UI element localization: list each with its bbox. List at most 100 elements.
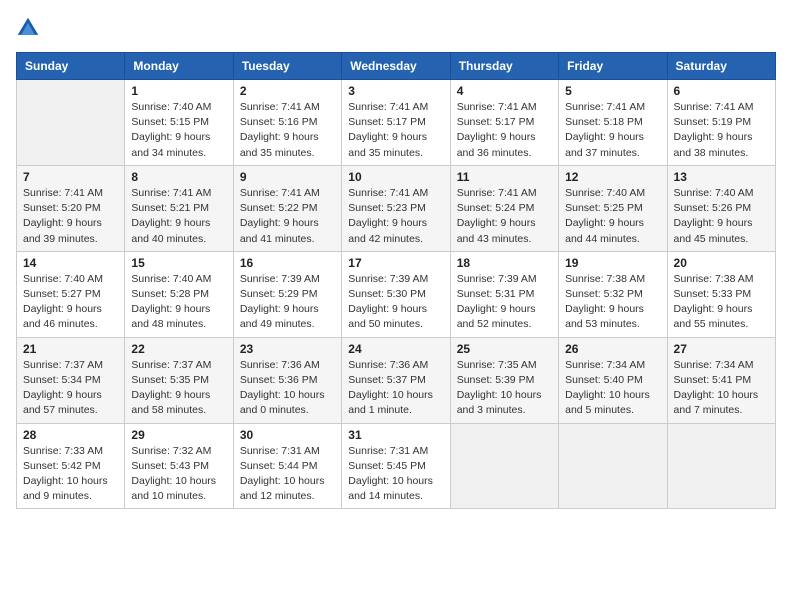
calendar-cell: 16 Sunrise: 7:39 AMSunset: 5:29 PMDayligh… bbox=[233, 251, 341, 337]
day-info: Sunrise: 7:40 AMSunset: 5:26 PMDaylight:… bbox=[674, 186, 769, 247]
day-info: Sunrise: 7:33 AMSunset: 5:42 PMDaylight:… bbox=[23, 444, 118, 505]
day-info: Sunrise: 7:39 AMSunset: 5:30 PMDaylight:… bbox=[348, 272, 443, 333]
day-info: Sunrise: 7:40 AMSunset: 5:27 PMDaylight:… bbox=[23, 272, 118, 333]
day-number: 23 bbox=[240, 342, 335, 356]
day-info: Sunrise: 7:41 AMSunset: 5:17 PMDaylight:… bbox=[457, 100, 552, 161]
calendar-cell: 23 Sunrise: 7:36 AMSunset: 5:36 PMDayligh… bbox=[233, 337, 341, 423]
calendar-cell: 15 Sunrise: 7:40 AMSunset: 5:28 PMDayligh… bbox=[125, 251, 233, 337]
day-info: Sunrise: 7:36 AMSunset: 5:37 PMDaylight:… bbox=[348, 358, 443, 419]
day-number: 8 bbox=[131, 170, 226, 184]
day-info: Sunrise: 7:41 AMSunset: 5:23 PMDaylight:… bbox=[348, 186, 443, 247]
day-info: Sunrise: 7:35 AMSunset: 5:39 PMDaylight:… bbox=[457, 358, 552, 419]
day-info: Sunrise: 7:31 AMSunset: 5:45 PMDaylight:… bbox=[348, 444, 443, 505]
day-number: 13 bbox=[674, 170, 769, 184]
calendar-cell: 31 Sunrise: 7:31 AMSunset: 5:45 PMDayligh… bbox=[342, 423, 450, 509]
day-info: Sunrise: 7:41 AMSunset: 5:17 PMDaylight:… bbox=[348, 100, 443, 161]
day-info: Sunrise: 7:34 AMSunset: 5:41 PMDaylight:… bbox=[674, 358, 769, 419]
calendar-cell: 14 Sunrise: 7:40 AMSunset: 5:27 PMDayligh… bbox=[17, 251, 125, 337]
calendar-cell: 27 Sunrise: 7:34 AMSunset: 5:41 PMDayligh… bbox=[667, 337, 775, 423]
calendar-cell: 21Sunrise: 7:37 AMSunset: 5:34 PMDayligh… bbox=[17, 337, 125, 423]
calendar-cell: 7 Sunrise: 7:41 AMSunset: 5:20 PMDaylight… bbox=[17, 165, 125, 251]
day-info: Sunrise: 7:40 AMSunset: 5:25 PMDaylight:… bbox=[565, 186, 660, 247]
calendar-cell: 19Sunrise: 7:38 AMSunset: 5:32 PMDayligh… bbox=[559, 251, 667, 337]
calendar-cell: 26 Sunrise: 7:34 AMSunset: 5:40 PMDayligh… bbox=[559, 337, 667, 423]
day-number: 17 bbox=[348, 256, 443, 270]
calendar-cell: 20Sunrise: 7:38 AMSunset: 5:33 PMDayligh… bbox=[667, 251, 775, 337]
calendar-cell bbox=[17, 80, 125, 166]
calendar-cell: 11 Sunrise: 7:41 AMSunset: 5:24 PMDayligh… bbox=[450, 165, 558, 251]
calendar-cell: 5 Sunrise: 7:41 AMSunset: 5:18 PMDaylight… bbox=[559, 80, 667, 166]
day-number: 12 bbox=[565, 170, 660, 184]
day-number: 29 bbox=[131, 428, 226, 442]
calendar-cell: 8 Sunrise: 7:41 AMSunset: 5:21 PMDaylight… bbox=[125, 165, 233, 251]
day-number: 14 bbox=[23, 256, 118, 270]
day-info: Sunrise: 7:39 AMSunset: 5:29 PMDaylight:… bbox=[240, 272, 335, 333]
calendar-cell: 2Sunrise: 7:41 AMSunset: 5:16 PMDaylight… bbox=[233, 80, 341, 166]
day-info: Sunrise: 7:41 AMSunset: 5:22 PMDaylight:… bbox=[240, 186, 335, 247]
calendar-cell bbox=[667, 423, 775, 509]
calendar-cell: 17 Sunrise: 7:39 AMSunset: 5:30 PMDayligh… bbox=[342, 251, 450, 337]
day-number: 26 bbox=[565, 342, 660, 356]
day-number: 30 bbox=[240, 428, 335, 442]
day-info: Sunrise: 7:41 AMSunset: 5:21 PMDaylight:… bbox=[131, 186, 226, 247]
calendar-cell bbox=[559, 423, 667, 509]
day-number: 25 bbox=[457, 342, 552, 356]
day-number: 19 bbox=[565, 256, 660, 270]
day-number: 5 bbox=[565, 84, 660, 98]
day-info: Sunrise: 7:37 AMSunset: 5:34 PMDaylight:… bbox=[23, 358, 118, 419]
day-number: 16 bbox=[240, 256, 335, 270]
page-header bbox=[16, 16, 776, 40]
calendar-cell: 4Sunrise: 7:41 AMSunset: 5:17 PMDaylight… bbox=[450, 80, 558, 166]
day-number: 15 bbox=[131, 256, 226, 270]
calendar-cell: 10 Sunrise: 7:41 AMSunset: 5:23 PMDayligh… bbox=[342, 165, 450, 251]
day-info: Sunrise: 7:36 AMSunset: 5:36 PMDaylight:… bbox=[240, 358, 335, 419]
day-number: 27 bbox=[674, 342, 769, 356]
day-info: Sunrise: 7:34 AMSunset: 5:40 PMDaylight:… bbox=[565, 358, 660, 419]
weekday-header-friday: Friday bbox=[559, 53, 667, 80]
calendar-table: SundayMondayTuesdayWednesdayThursdayFrid… bbox=[16, 52, 776, 509]
day-number: 11 bbox=[457, 170, 552, 184]
day-info: Sunrise: 7:40 AMSunset: 5:28 PMDaylight:… bbox=[131, 272, 226, 333]
day-number: 6 bbox=[674, 84, 769, 98]
day-number: 28 bbox=[23, 428, 118, 442]
calendar-cell: 29 Sunrise: 7:32 AMSunset: 5:43 PMDayligh… bbox=[125, 423, 233, 509]
day-number: 7 bbox=[23, 170, 118, 184]
day-number: 24 bbox=[348, 342, 443, 356]
weekday-header-thursday: Thursday bbox=[450, 53, 558, 80]
day-number: 9 bbox=[240, 170, 335, 184]
day-number: 2 bbox=[240, 84, 335, 98]
day-number: 3 bbox=[348, 84, 443, 98]
day-number: 22 bbox=[131, 342, 226, 356]
calendar-cell: 13 Sunrise: 7:40 AMSunset: 5:26 PMDayligh… bbox=[667, 165, 775, 251]
calendar-week-3: 14 Sunrise: 7:40 AMSunset: 5:27 PMDayligh… bbox=[17, 251, 776, 337]
day-info: Sunrise: 7:32 AMSunset: 5:43 PMDaylight:… bbox=[131, 444, 226, 505]
day-info: Sunrise: 7:41 AMSunset: 5:18 PMDaylight:… bbox=[565, 100, 660, 161]
weekday-header-monday: Monday bbox=[125, 53, 233, 80]
calendar-week-4: 21Sunrise: 7:37 AMSunset: 5:34 PMDayligh… bbox=[17, 337, 776, 423]
calendar-cell: 30 Sunrise: 7:31 AMSunset: 5:44 PMDayligh… bbox=[233, 423, 341, 509]
calendar-cell: 25 Sunrise: 7:35 AMSunset: 5:39 PMDayligh… bbox=[450, 337, 558, 423]
day-info: Sunrise: 7:40 AMSunset: 5:15 PMDaylight:… bbox=[131, 100, 226, 161]
calendar-cell: 24 Sunrise: 7:36 AMSunset: 5:37 PMDayligh… bbox=[342, 337, 450, 423]
day-info: Sunrise: 7:37 AMSunset: 5:35 PMDaylight:… bbox=[131, 358, 226, 419]
logo bbox=[16, 16, 44, 40]
day-number: 10 bbox=[348, 170, 443, 184]
calendar-cell: 12 Sunrise: 7:40 AMSunset: 5:25 PMDayligh… bbox=[559, 165, 667, 251]
day-info: Sunrise: 7:41 AMSunset: 5:24 PMDaylight:… bbox=[457, 186, 552, 247]
day-info: Sunrise: 7:31 AMSunset: 5:44 PMDaylight:… bbox=[240, 444, 335, 505]
day-info: Sunrise: 7:41 AMSunset: 5:19 PMDaylight:… bbox=[674, 100, 769, 161]
calendar-cell bbox=[450, 423, 558, 509]
day-number: 1 bbox=[131, 84, 226, 98]
calendar-cell: 3 Sunrise: 7:41 AMSunset: 5:17 PMDaylight… bbox=[342, 80, 450, 166]
calendar-cell: 6 Sunrise: 7:41 AMSunset: 5:19 PMDaylight… bbox=[667, 80, 775, 166]
calendar-header-row: SundayMondayTuesdayWednesdayThursdayFrid… bbox=[17, 53, 776, 80]
day-info: Sunrise: 7:39 AMSunset: 5:31 PMDaylight:… bbox=[457, 272, 552, 333]
day-info: Sunrise: 7:41 AMSunset: 5:20 PMDaylight:… bbox=[23, 186, 118, 247]
day-number: 18 bbox=[457, 256, 552, 270]
calendar-cell: 22 Sunrise: 7:37 AMSunset: 5:35 PMDayligh… bbox=[125, 337, 233, 423]
calendar-week-5: 28 Sunrise: 7:33 AMSunset: 5:42 PMDayligh… bbox=[17, 423, 776, 509]
weekday-header-saturday: Saturday bbox=[667, 53, 775, 80]
calendar-week-2: 7 Sunrise: 7:41 AMSunset: 5:20 PMDaylight… bbox=[17, 165, 776, 251]
day-info: Sunrise: 7:38 AMSunset: 5:33 PMDaylight:… bbox=[674, 272, 769, 333]
day-number: 31 bbox=[348, 428, 443, 442]
